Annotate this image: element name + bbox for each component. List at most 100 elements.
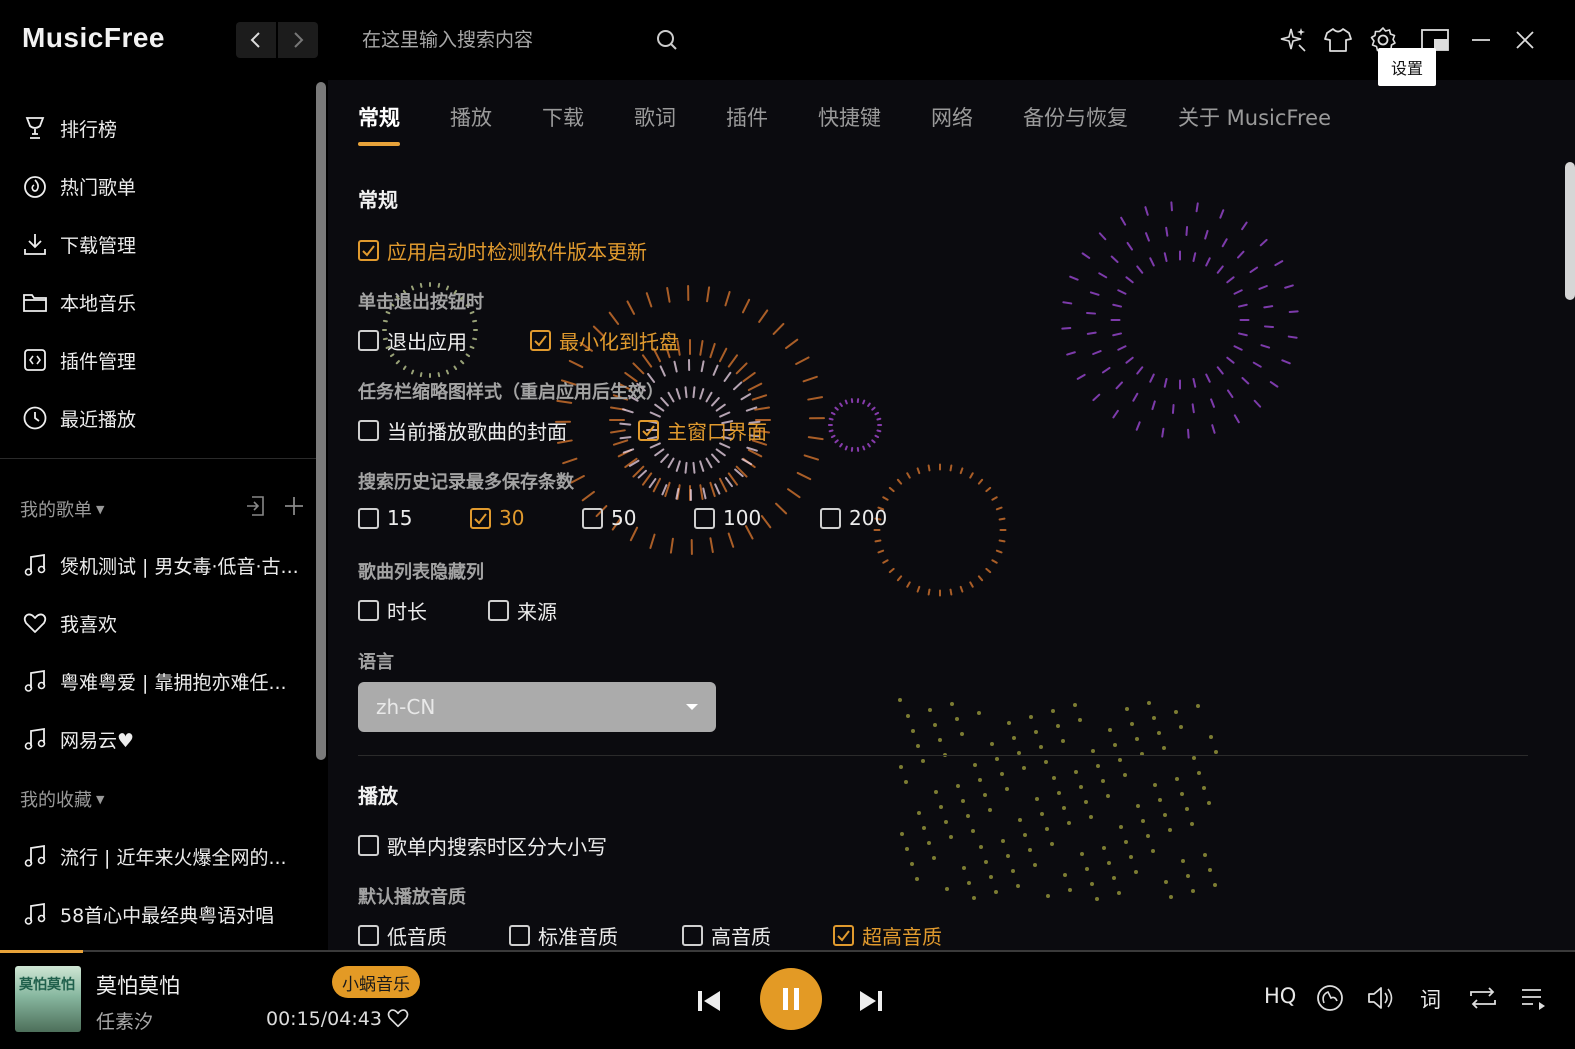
checkbox-checked[interactable] xyxy=(530,330,551,351)
minimize-tray-option[interactable]: 最小化到托盘 xyxy=(530,326,679,355)
case-sensitive-option[interactable]: 歌单内搜索时区分大小写 xyxy=(358,831,607,860)
close-icon[interactable] xyxy=(1510,25,1540,55)
search-box xyxy=(342,20,688,60)
sparkle-icon[interactable] xyxy=(1278,25,1308,55)
checkbox-checked[interactable] xyxy=(833,925,854,946)
my-playlists-header[interactable]: 我的歌单 ▼ xyxy=(20,496,104,522)
tab-network[interactable]: 网络 xyxy=(931,102,973,132)
checkbox[interactable] xyxy=(694,507,715,529)
quality-low-option[interactable]: 低音质 xyxy=(358,921,447,950)
playlist-item[interactable]: 网易云♥ xyxy=(22,719,134,759)
language-select[interactable]: zh-CN xyxy=(358,682,716,732)
minimize-icon[interactable] xyxy=(1466,25,1496,55)
history-200-option[interactable]: 200 xyxy=(820,506,887,530)
pause-button[interactable] xyxy=(760,968,822,1030)
option-label: 当前播放歌曲的封面 xyxy=(387,420,567,444)
tab-backup[interactable]: 备份与恢复 xyxy=(1023,102,1128,132)
check-update-option[interactable]: 应用启动时检测软件版本更新 xyxy=(358,236,647,265)
sidebar-item-local-music[interactable]: 本地音乐 xyxy=(22,282,136,322)
caret-down-icon: ▼ xyxy=(96,792,105,806)
song-artist[interactable]: 任素汐 xyxy=(96,1007,153,1034)
checkbox[interactable] xyxy=(358,507,379,529)
general-section-title: 常规 xyxy=(358,188,398,212)
like-heart-icon[interactable] xyxy=(386,1006,410,1034)
collection-item[interactable]: 流行 | 近年来火爆全网的... xyxy=(22,836,287,876)
history-50-option[interactable]: 50 xyxy=(582,506,636,530)
language-value: zh-CN xyxy=(376,695,436,719)
import-playlist-icon[interactable] xyxy=(244,494,268,522)
checkbox[interactable] xyxy=(509,925,530,946)
exit-app-option[interactable]: 退出应用 xyxy=(358,326,467,355)
option-label: 最小化到托盘 xyxy=(559,330,679,354)
sidebar-item-recent[interactable]: 最近播放 xyxy=(22,398,136,438)
music-note-icon xyxy=(22,552,48,578)
playback-progress[interactable] xyxy=(0,950,84,953)
forward-button[interactable] xyxy=(278,22,318,58)
checkbox[interactable] xyxy=(682,925,703,946)
sidebar-scrollbar[interactable] xyxy=(316,82,326,760)
option-label: 低音质 xyxy=(387,925,447,949)
my-collections-header[interactable]: 我的收藏 ▼ xyxy=(20,786,104,812)
checkbox-checked[interactable] xyxy=(638,420,659,441)
history-30-option[interactable]: 30 xyxy=(470,506,524,530)
sidebar-item-rankings[interactable]: 排行榜 xyxy=(22,108,117,148)
sidebar-item-downloads[interactable]: 下载管理 xyxy=(22,224,136,264)
add-playlist-icon[interactable] xyxy=(282,494,306,522)
sidebar-item-plugins[interactable]: 插件管理 xyxy=(22,340,136,380)
taskbar-cover-option[interactable]: 当前播放歌曲的封面 xyxy=(358,416,567,445)
previous-track-icon[interactable] xyxy=(694,986,724,1016)
cover-text: 莫怕莫怕 xyxy=(19,977,75,993)
repeat-icon[interactable] xyxy=(1466,982,1500,1014)
default-quality-label: 默认播放音质 xyxy=(358,887,466,908)
tab-download[interactable]: 下载 xyxy=(542,102,584,132)
quality-high-option[interactable]: 高音质 xyxy=(682,921,771,950)
sound-effect-icon[interactable] xyxy=(1314,982,1346,1014)
checkbox[interactable] xyxy=(820,507,841,529)
back-button[interactable] xyxy=(236,22,276,58)
hide-columns-label: 歌曲列表隐藏列 xyxy=(358,562,484,583)
volume-icon[interactable] xyxy=(1364,982,1396,1014)
theme-shirt-icon[interactable] xyxy=(1323,25,1353,55)
playlist-label: 网易云♥ xyxy=(60,729,135,752)
playlist-item-favorites[interactable]: 我喜欢 xyxy=(22,603,117,643)
tab-shortcuts[interactable]: 快捷键 xyxy=(818,102,881,132)
tab-playback[interactable]: 播放 xyxy=(450,102,492,132)
download-icon xyxy=(22,231,48,257)
album-cover[interactable]: 莫怕莫怕 xyxy=(15,966,81,1032)
playlist-queue-icon[interactable] xyxy=(1518,982,1550,1014)
taskbar-window-option[interactable]: 主窗口界面 xyxy=(638,416,767,445)
hide-duration-option[interactable]: 时长 xyxy=(358,596,427,625)
playlist-item[interactable]: 粤难粤爱 | 靠拥抱亦难任... xyxy=(22,661,287,701)
checkbox[interactable] xyxy=(358,420,379,441)
search-input[interactable] xyxy=(342,20,688,60)
quality-standard-option[interactable]: 标准音质 xyxy=(509,921,618,950)
checkbox-checked[interactable] xyxy=(358,240,379,261)
sidebar-item-hot-playlists[interactable]: 热门歌单 xyxy=(22,166,136,206)
quality-button[interactable]: HQ xyxy=(1264,984,1296,1008)
sidebar-item-label: 本地音乐 xyxy=(60,292,137,315)
collection-item[interactable]: 58首心中最经典粤语对唱 xyxy=(22,894,274,934)
checkbox[interactable] xyxy=(358,330,379,351)
history-15-option[interactable]: 15 xyxy=(358,506,412,530)
option-label: 15 xyxy=(387,506,413,530)
hide-source-option[interactable]: 来源 xyxy=(488,596,557,625)
tab-lyrics[interactable]: 歌词 xyxy=(634,102,676,132)
playlist-item[interactable]: 煲机测试 | 男女毒·低音·古... xyxy=(22,545,299,585)
settings-scrollbar[interactable] xyxy=(1565,162,1575,300)
tab-about[interactable]: 关于 MusicFree xyxy=(1178,102,1331,132)
tab-general[interactable]: 常规 xyxy=(358,102,400,146)
lyrics-button[interactable]: 词 xyxy=(1420,984,1441,1014)
checkbox-checked[interactable] xyxy=(470,507,491,529)
checkbox[interactable] xyxy=(582,507,603,529)
checkbox[interactable] xyxy=(358,600,379,621)
search-icon[interactable] xyxy=(656,29,678,55)
history-100-option[interactable]: 100 xyxy=(694,506,761,530)
quality-super-option[interactable]: 超高音质 xyxy=(833,921,942,950)
checkbox[interactable] xyxy=(358,925,379,946)
tab-plugins[interactable]: 插件 xyxy=(726,102,768,132)
checkbox[interactable] xyxy=(358,835,379,856)
option-label: 200 xyxy=(849,506,888,530)
next-track-icon[interactable] xyxy=(856,986,886,1016)
song-title[interactable]: 莫怕莫怕 xyxy=(96,970,180,1000)
checkbox[interactable] xyxy=(488,600,509,621)
